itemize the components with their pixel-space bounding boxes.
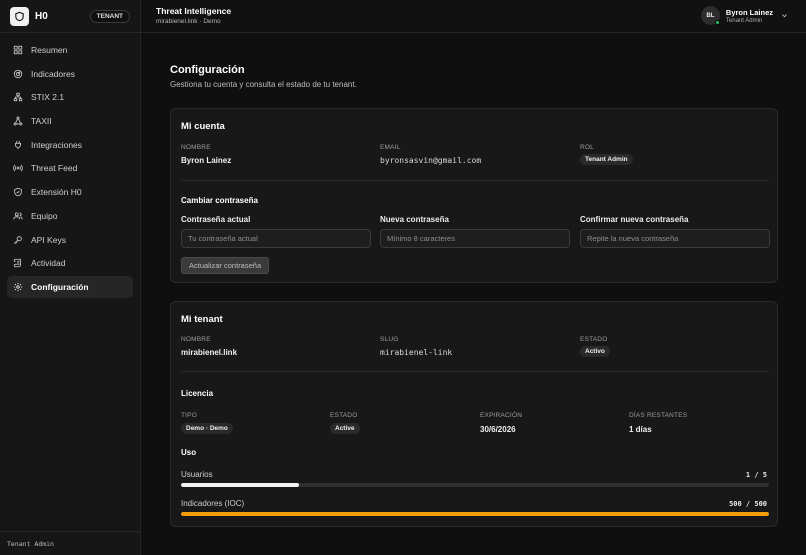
sidebar: H0 TENANT Resumen Indicadores STIX 2.1 T… — [0, 0, 141, 555]
gear-icon — [13, 282, 23, 292]
account-card: Mi cuenta NOMBRE Byron Lainez EMAIL byro… — [170, 108, 778, 283]
confirm-password-label: Confirmar nueva contraseña — [580, 215, 689, 224]
license-days-label: DÍAS RESTANTES — [629, 412, 688, 419]
ioc-usage-fill — [181, 512, 769, 516]
divider — [181, 371, 769, 372]
new-password-label: Nueva contraseña — [380, 215, 449, 224]
account-email: byronsasvin@gmail.com — [380, 156, 482, 165]
license-type-label: TIPO — [181, 412, 197, 419]
license-section-title: Licencia — [181, 389, 214, 398]
shield-icon — [14, 187, 22, 197]
sidebar-item-equipo[interactable]: Equipo — [7, 205, 133, 227]
ioc-usage-bar — [181, 512, 769, 516]
license-status-badge: Active — [330, 423, 360, 434]
sidebar-item-label: STIX 2.1 — [31, 92, 65, 103]
sidebar-item-integraciones[interactable]: Integraciones — [7, 134, 133, 156]
users-usage-bar — [181, 483, 769, 487]
sidebar-item-actividad[interactable]: Actividad — [7, 252, 133, 274]
license-expiry: 30/6/2026 — [480, 425, 516, 434]
avatar: BL — [700, 6, 720, 25]
license-type-badge: Demo · Demo — [181, 423, 233, 434]
sidebar-item-label: Threat Feed — [31, 163, 78, 174]
user-name: Byron Lainez — [725, 7, 773, 17]
radar-icon — [13, 69, 23, 78]
users-usage-value: 1 / 5 — [745, 471, 767, 479]
sidebar-item-threat-feed[interactable]: Threat Feed — [7, 157, 133, 179]
users-usage-label: Usuarios — [181, 470, 213, 479]
sidebar-item-label: Extensión H0 — [31, 187, 82, 198]
sidebar-item-label: Integraciones — [31, 139, 83, 150]
license-status-label: ESTADO — [330, 412, 358, 419]
tenant-card: Mi tenant NOMBRE mirabienel.link SLUG mi… — [170, 301, 778, 527]
sidebar-item-indicadores[interactable]: Indicadores — [7, 63, 133, 85]
sidebar-item-label: API Keys — [31, 234, 66, 245]
sidebar-item-stix[interactable]: STIX 2.1 — [7, 86, 133, 108]
tenant-badge: TENANT — [89, 9, 130, 23]
sidebar-item-taxii[interactable]: TAXII — [7, 110, 133, 132]
grid-icon — [13, 45, 23, 55]
tenant-name-label: NOMBRE — [181, 336, 211, 343]
tenant-name: mirabienel.link — [181, 348, 238, 357]
sidebar-item-extension[interactable]: Extensión H0 — [7, 181, 133, 203]
online-status-dot — [714, 20, 720, 25]
user-menu[interactable]: BL Byron Lainez Tenant Admin — [700, 6, 788, 25]
topbar: Threat Intelligence mirabienel.link · De… — [141, 0, 806, 33]
sidebar-item-label: Resumen — [31, 45, 68, 55]
key-icon — [13, 235, 22, 244]
account-name: Byron Lainez — [181, 156, 232, 165]
share-icon — [13, 116, 23, 126]
update-password-button[interactable]: Actualizar contraseña — [181, 257, 270, 274]
users-usage-fill — [181, 483, 299, 487]
page-title: Configuración — [170, 64, 245, 76]
sidebar-footer-role: Tenant Admin — [0, 531, 141, 555]
sidebar-item-label: Configuración — [31, 281, 89, 292]
app-subtitle: mirabienel.link · Demo — [156, 18, 221, 25]
ioc-usage-value: 500 / 500 — [729, 500, 767, 508]
logo-shield-icon — [10, 6, 29, 26]
license-days-remaining: 1 días — [629, 425, 652, 434]
brand-name: H0 — [35, 10, 48, 22]
sidebar-item-label: Actividad — [31, 258, 66, 269]
sidebar-nav: Resumen Indicadores STIX 2.1 TAXII Integ… — [0, 33, 140, 298]
chevron-down-icon — [782, 14, 787, 18]
sidebar-item-resumen[interactable]: Resumen — [7, 39, 133, 61]
confirm-password-input[interactable] — [580, 229, 770, 248]
tenant-card-title: Mi tenant — [181, 314, 223, 325]
usage-section-title: Uso — [181, 448, 197, 457]
new-password-input[interactable] — [380, 229, 570, 248]
users-icon — [13, 212, 23, 220]
avatar-initials: BL — [706, 12, 715, 19]
sidebar-item-label: Indicadores — [31, 68, 75, 79]
role-badge: Tenant Admin — [580, 154, 633, 165]
tenant-status-badge: Activo — [580, 346, 610, 357]
account-role-label: ROL — [580, 144, 594, 151]
license-expiry-label: EXPIRACIÓN — [480, 412, 523, 419]
broadcast-icon — [13, 165, 23, 172]
tenant-slug-label: SLUG — [380, 336, 399, 343]
password-section-title: Cambiar contraseña — [181, 196, 258, 205]
ioc-usage-label: Indicadores (IOC) — [181, 499, 245, 508]
plug-icon — [15, 140, 21, 149]
account-card-title: Mi cuenta — [181, 121, 225, 132]
sidebar-item-api-keys[interactable]: API Keys — [7, 229, 133, 251]
account-name-label: NOMBRE — [181, 144, 211, 151]
sidebar-item-label: Equipo — [31, 210, 58, 221]
page-subtitle: Gestiona tu cuenta y consulta el estado … — [170, 80, 357, 89]
sidebar-item-label: TAXII — [31, 116, 52, 127]
network-icon — [13, 93, 23, 102]
tenant-status-label: ESTADO — [580, 336, 608, 343]
scroll-icon — [13, 259, 21, 268]
account-email-label: EMAIL — [380, 144, 401, 151]
main-content: Configuración Gestiona tu cuenta y consu… — [141, 33, 806, 555]
sidebar-item-configuracion[interactable]: Configuración — [7, 275, 133, 298]
app-title: Threat Intelligence — [156, 6, 232, 16]
user-role: Tenant Admin — [725, 17, 763, 24]
current-password-label: Contraseña actual — [181, 215, 251, 224]
current-password-input[interactable] — [181, 229, 371, 248]
tenant-slug: mirabienel-link — [380, 348, 453, 357]
brand: H0 TENANT — [0, 0, 140, 33]
divider — [181, 180, 769, 181]
